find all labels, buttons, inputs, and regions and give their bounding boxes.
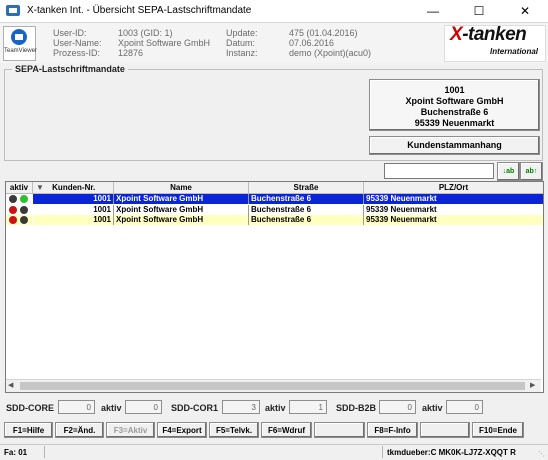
status-light-icon [20, 206, 28, 214]
cell-kundennr: 1001 [33, 205, 114, 215]
sort-ascending-button[interactable]: ↓ab [497, 162, 520, 181]
f8-finfo-button[interactable]: F8=F-Info [367, 422, 418, 438]
cell-name: Xpoint Software GmbH [114, 194, 249, 204]
table-row[interactable]: 1001 Xpoint Software GmbH Buchenstraße 6… [6, 215, 543, 225]
status-light-icon [9, 206, 17, 214]
address-name: Xpoint Software GmbH [405, 96, 504, 106]
status-light-icon [20, 195, 28, 203]
process-id-label: Prozess-ID: [53, 48, 101, 58]
table-row[interactable]: 1001 Xpoint Software GmbH Buchenstraße 6… [6, 205, 543, 215]
sdd-b2b-label: SDD-B2B [336, 403, 377, 413]
status-light-icon [20, 216, 28, 224]
cell-kundennr: 1001 [33, 194, 114, 204]
sdd-core-aktiv-count: 0 [125, 400, 162, 414]
horizontal-scrollbar[interactable]: ◀ ▶ [6, 379, 541, 392]
app-icon [6, 5, 20, 16]
status-company: Fa: 01 [4, 448, 28, 457]
f10-exit-button[interactable]: F10=Ende [472, 422, 524, 438]
teamviewer-label: TeamViewer [4, 48, 37, 54]
resize-grip-icon[interactable]: ⋱ [538, 450, 545, 458]
user-name-value: Xpoint Software GmbH [118, 38, 211, 48]
status-light-icon [9, 216, 17, 224]
f4-export-button[interactable]: F4=Export [157, 422, 207, 438]
close-button[interactable]: ✕ [502, 0, 548, 22]
sort-ascending-icon: ↓ab [502, 168, 515, 175]
cell-name: Xpoint Software GmbH [114, 205, 249, 215]
date-label: Datum: [226, 38, 256, 48]
date-value: 07.06.2016 [289, 38, 335, 48]
f1-help-button[interactable]: F1=Hilfe [4, 422, 53, 438]
sdd-core-aktiv-label: aktiv [101, 403, 122, 413]
status-cell [6, 205, 32, 215]
user-name-label: User-Name: [53, 38, 102, 48]
process-id-value: 12876 [118, 48, 144, 58]
logo-wordmark: X-tanken [450, 24, 527, 45]
table-row[interactable]: 1001 Xpoint Software GmbH Buchenstraße 6… [6, 194, 543, 204]
status-divider [44, 446, 45, 458]
f2-edit-button[interactable]: F2=Änd. [55, 422, 104, 438]
cell-strasse: Buchenstraße 6 [249, 215, 364, 225]
cell-strasse: Buchenstraße 6 [249, 194, 364, 204]
f5-telvk-button[interactable]: F5=Telvk. [209, 422, 259, 438]
f3-activate-button[interactable]: F3=Aktiv [106, 422, 155, 438]
update-label: Update: [226, 28, 258, 38]
scroll-right-icon[interactable]: ▶ [530, 381, 535, 389]
address-city: 95339 Neuenmarkt [414, 118, 495, 128]
f7-empty-button[interactable] [314, 422, 365, 438]
scrollbar-thumb[interactable] [20, 382, 525, 390]
window-title: X-tanken Int. - Übersicht SEPA-Lastschri… [27, 5, 252, 16]
sort-descending-button[interactable]: ab↑ [520, 162, 543, 181]
customer-address-box: 1001 Xpoint Software GmbH Buchenstraße 6… [369, 79, 540, 131]
logo-subtitle: International [490, 47, 539, 56]
sdd-core-count: 0 [58, 400, 95, 414]
sdd-b2b-aktiv-label: aktiv [422, 403, 443, 413]
scroll-left-icon[interactable]: ◀ [8, 381, 13, 389]
cell-strasse: Buchenstraße 6 [249, 205, 364, 215]
sdd-cor1-count: 3 [222, 400, 260, 414]
status-light-icon [9, 195, 17, 203]
groupbox-title: SEPA-Lastschriftmandate [12, 64, 128, 74]
status-cell [6, 194, 32, 204]
table-header: aktiv ▼ Kunden-Nr. Name Straße PLZ/Ort [6, 182, 543, 194]
f6-wdruf-button[interactable]: F6=Wdruf [261, 422, 312, 438]
sdd-cor1-aktiv-count: 1 [289, 400, 327, 414]
update-value: 475 (01.04.2016) [289, 28, 358, 38]
column-header-name[interactable]: Name [114, 182, 249, 193]
sort-down-icon: ▼ [36, 183, 44, 192]
instance-value: demo (Xpoint)(acu0) [289, 48, 372, 58]
status-divider [382, 446, 383, 458]
search-input[interactable] [384, 163, 494, 179]
user-id-value: 1003 (GID: 1) [118, 28, 173, 38]
sdd-core-label: SDD-CORE [6, 403, 55, 413]
status-terminal: tkmdueber:C MK0K-LJ7Z-XQQT R [387, 448, 516, 457]
column-header-aktiv[interactable]: aktiv [6, 182, 33, 193]
cell-ort: 95339 Neuenmarkt [364, 194, 543, 204]
cell-name: Xpoint Software GmbH [114, 215, 249, 225]
cell-ort: 95339 Neuenmarkt [364, 205, 543, 215]
column-header-strasse[interactable]: Straße [249, 182, 364, 193]
user-id-label: User-ID: [53, 28, 87, 38]
f9-empty-button[interactable] [420, 422, 470, 438]
sdd-cor1-label: SDD-COR1 [171, 403, 219, 413]
sdd-cor1-aktiv-label: aktiv [265, 403, 286, 413]
teamviewer-icon [11, 29, 27, 45]
sort-descending-icon: ab↑ [525, 168, 538, 175]
column-header-kundennr[interactable]: ▼ Kunden-Nr. [33, 182, 114, 193]
customer-attachment-button[interactable]: Kundenstammanhang [369, 136, 540, 155]
mandate-table[interactable]: aktiv ▼ Kunden-Nr. Name Straße PLZ/Ort 1… [5, 181, 544, 393]
minimize-button[interactable]: — [410, 0, 456, 22]
sdd-b2b-count: 0 [379, 400, 416, 414]
status-cell [6, 215, 32, 225]
column-header-plz-ort[interactable]: PLZ/Ort [364, 182, 543, 193]
cell-kundennr: 1001 [33, 215, 114, 225]
cell-ort: 95339 Neuenmarkt [364, 215, 543, 225]
sdd-b2b-aktiv-count: 0 [446, 400, 483, 414]
maximize-button[interactable]: ☐ [456, 0, 502, 22]
address-number: 1001 [444, 85, 465, 95]
instance-label: Instanz: [226, 48, 258, 58]
address-street: Buchenstraße 6 [420, 107, 489, 117]
